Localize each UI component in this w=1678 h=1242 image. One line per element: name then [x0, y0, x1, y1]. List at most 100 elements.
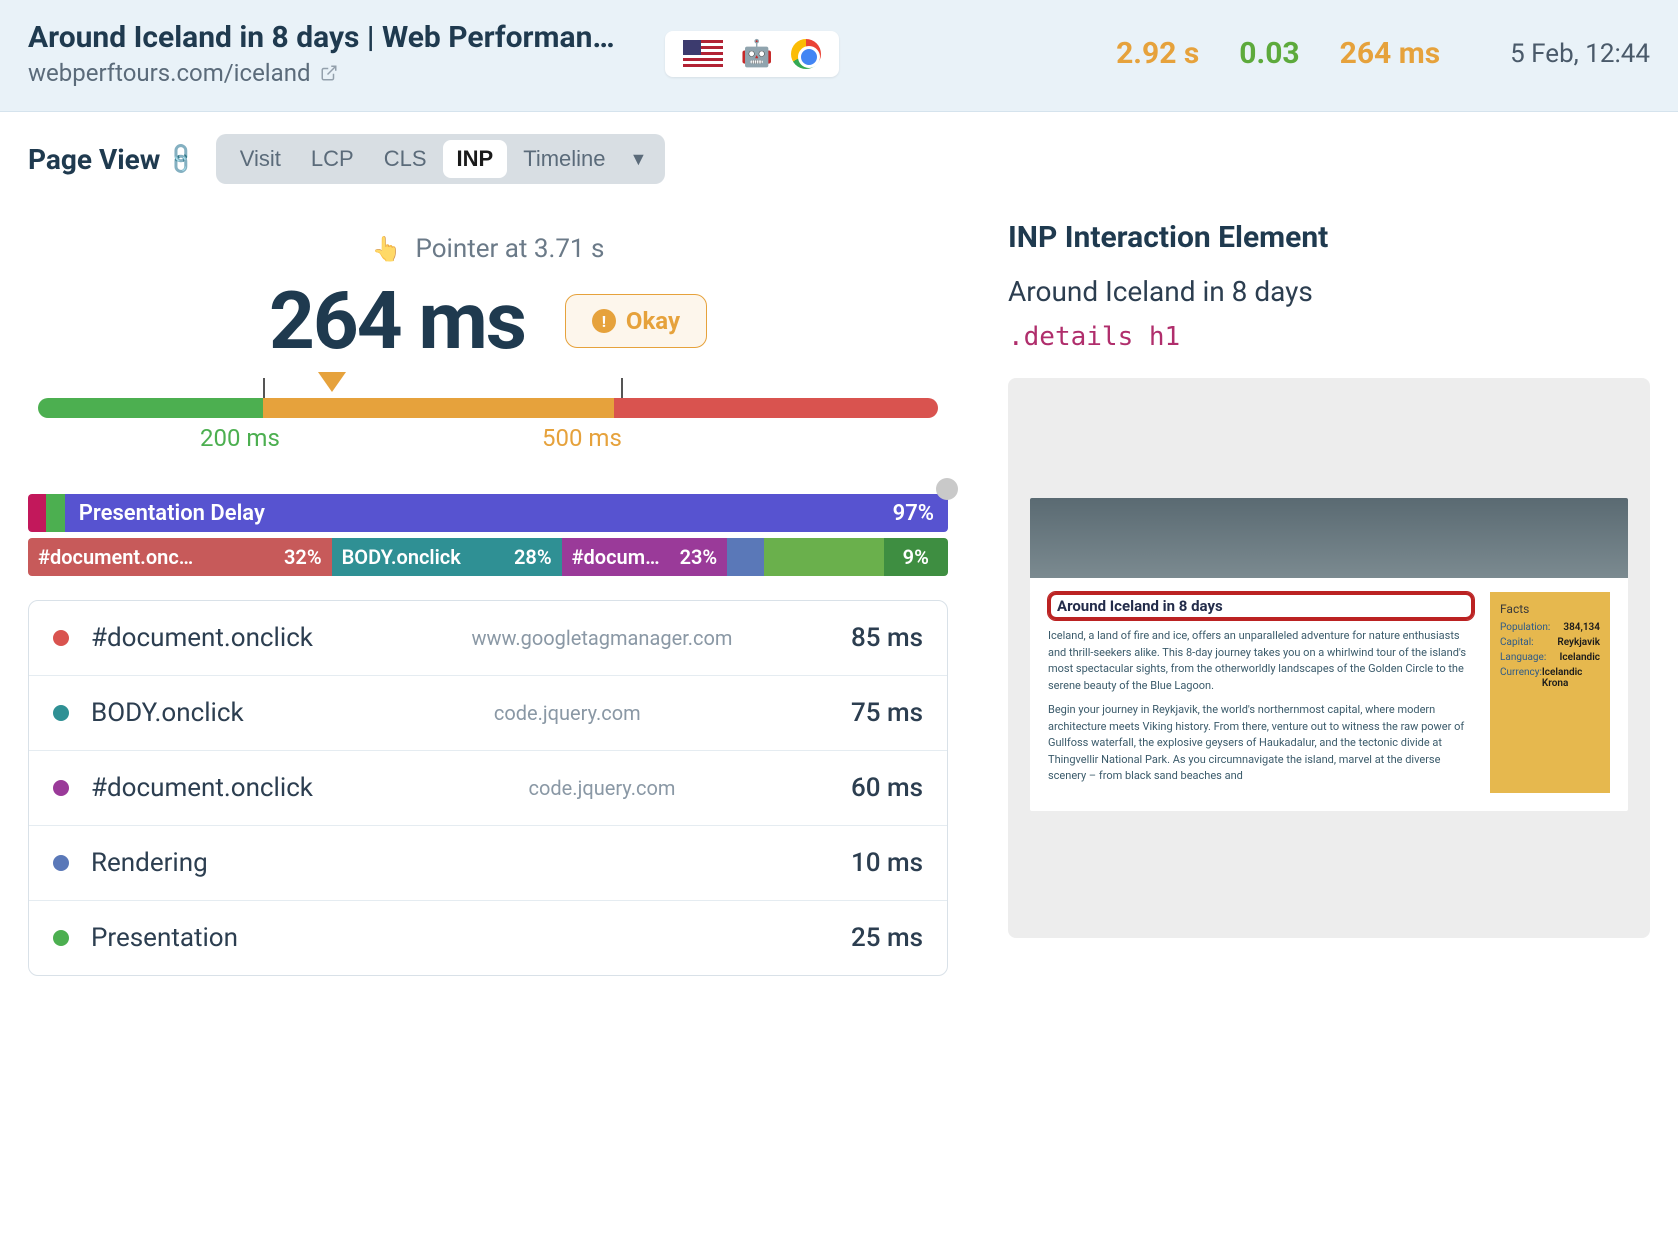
status-badge: ! Okay	[565, 294, 707, 348]
metric-load: 2.92 s	[1116, 36, 1199, 71]
detail-table: #document.onclick www.googletagmanager.c…	[28, 600, 948, 976]
facts-title: Facts	[1500, 602, 1600, 616]
range-poor	[614, 398, 938, 418]
fact-row: Language:Icelandic	[1500, 652, 1600, 663]
stack1-label: Presentation Delay	[79, 501, 265, 526]
row-source: code.jquery.com	[284, 701, 851, 725]
status-text: Okay	[626, 307, 680, 335]
pointer-text: Pointer at 3.71 s	[415, 234, 604, 264]
subnav-title-text: Page View	[28, 143, 160, 176]
metric-inp: 264 ms	[1340, 36, 1441, 71]
tab-cls[interactable]: CLS	[370, 140, 441, 178]
right-subtitle: Around Iceland in 8 days	[1008, 275, 1650, 308]
right-selector: .details h1	[1008, 322, 1650, 352]
preview-hero-image	[1030, 498, 1628, 578]
tab-timeline[interactable]: Timeline	[509, 140, 619, 178]
threshold-range: 200 ms 500 ms	[28, 398, 948, 458]
row-duration: 60 ms	[851, 773, 923, 803]
fact-row: Capital:Reykjavik	[1500, 637, 1600, 648]
header-bar: Around Iceland in 8 days | Web Performan…	[0, 0, 1678, 112]
stack-seg[interactable]: #docum… 23%	[562, 538, 728, 576]
preview-paragraph: Iceland, a land of fire and ice, offers …	[1048, 628, 1474, 694]
dot-icon	[53, 705, 69, 721]
range-high-label: 500 ms	[542, 424, 622, 452]
main-content: 👆 Pointer at 3.71 s 264 ms ! Okay 200 ms…	[0, 194, 1678, 1016]
range-ticks: 200 ms 500 ms	[38, 424, 938, 458]
table-row[interactable]: #document.onclick code.jquery.com 60 ms	[29, 750, 947, 825]
dot-icon	[53, 930, 69, 946]
tab-overflow-chevron-icon[interactable]: ▼	[622, 149, 656, 170]
metric-cls: 0.03	[1239, 36, 1299, 71]
right-title: INP Interaction Element	[1008, 220, 1650, 255]
table-row[interactable]: BODY.onclick code.jquery.com 75 ms	[29, 675, 947, 750]
table-row[interactable]: Presentation 25 ms	[29, 900, 947, 975]
warning-icon: !	[592, 309, 616, 333]
subnav-title: Page View 🔗	[28, 143, 196, 176]
seg-pct: 32%	[284, 545, 322, 569]
row-source: www.googletagmanager.com	[353, 626, 851, 650]
stack-seg[interactable]: BODY.onclick 28%	[332, 538, 562, 576]
dot-icon	[53, 630, 69, 646]
timestamp: 5 Feb, 12:44	[1510, 39, 1650, 69]
row-label: Presentation	[91, 923, 238, 953]
preview-h1-highlight: Around Iceland in 8 days	[1048, 592, 1474, 620]
row-label: Rendering	[91, 848, 208, 878]
table-row[interactable]: Rendering 10 ms	[29, 825, 947, 900]
row-label: #document.onclick	[91, 623, 313, 653]
stack-presentation-delay: Presentation Delay 97%	[65, 494, 948, 532]
row-duration: 10 ms	[851, 848, 923, 878]
fact-row: Currency:Icelandic Krona	[1500, 667, 1600, 689]
chrome-icon	[791, 39, 821, 69]
preview-body: Around Iceland in 8 days Iceland, a land…	[1030, 578, 1628, 811]
subnav: Page View 🔗 Visit LCP CLS INP Timeline ▼	[0, 112, 1678, 194]
slider-handle[interactable]	[936, 478, 958, 500]
range-bar	[38, 398, 938, 418]
tab-lcp[interactable]: LCP	[297, 140, 368, 178]
range-low-label: 200 ms	[200, 424, 280, 452]
range-tick-line	[263, 378, 265, 398]
preview-card: Around Iceland in 8 days Iceland, a land…	[1030, 498, 1628, 811]
seg-pct: 23%	[680, 545, 718, 569]
stack-seg[interactable]	[764, 538, 884, 576]
flag-us-icon	[683, 40, 723, 68]
stack-script-bar: #document.onc… 32% BODY.onclick 28% #doc…	[28, 538, 948, 576]
page-url[interactable]: webperftours.com/iceland	[28, 59, 615, 87]
stack-seg	[46, 494, 64, 532]
inp-value: 264 ms	[269, 274, 525, 368]
stack-seg[interactable]: #document.onc… 32%	[28, 538, 332, 576]
fact-row: Population:384,134	[1500, 622, 1600, 633]
pointer-tap-icon: 👆	[372, 235, 402, 263]
header-metrics: 2.92 s 0.03 264 ms 5 Feb, 12:44	[1116, 36, 1650, 71]
environment-badge: 🤖	[665, 31, 839, 77]
link-icon[interactable]: 🔗	[164, 140, 201, 177]
table-row[interactable]: #document.onclick www.googletagmanager.c…	[29, 601, 947, 675]
stack-phase-bar: Presentation Delay 97%	[28, 494, 948, 532]
preview-text: Around Iceland in 8 days Iceland, a land…	[1048, 592, 1474, 793]
tab-inp[interactable]: INP	[443, 140, 508, 178]
stack-seg[interactable]	[727, 538, 764, 576]
external-link-icon	[320, 64, 338, 82]
seg-pct: 9%	[903, 545, 929, 569]
pointer-line: 👆 Pointer at 3.71 s	[28, 234, 948, 264]
inp-hero: 264 ms ! Okay	[28, 274, 948, 368]
stack-seg[interactable]: 9%	[884, 538, 948, 576]
range-tick-line	[621, 378, 623, 398]
seg-label: BODY.onclick	[342, 545, 461, 569]
page-title: Around Iceland in 8 days | Web Performan…	[28, 20, 615, 55]
left-column: 👆 Pointer at 3.71 s 264 ms ! Okay 200 ms…	[28, 214, 948, 976]
seg-label: #docum…	[572, 545, 660, 569]
range-okay	[263, 398, 614, 418]
dot-icon	[53, 780, 69, 796]
tab-group: Visit LCP CLS INP Timeline ▼	[216, 134, 666, 184]
stack-seg	[28, 494, 46, 532]
preview-paragraph: Begin your journey in Reykjavik, the wor…	[1048, 702, 1474, 785]
range-marker-icon	[318, 372, 346, 392]
row-duration: 85 ms	[851, 623, 923, 653]
tab-visit[interactable]: Visit	[226, 140, 295, 178]
page-url-text: webperftours.com/iceland	[28, 59, 310, 87]
right-column: INP Interaction Element Around Iceland i…	[1008, 214, 1650, 938]
stacked-breakdown: Presentation Delay 97% #document.onc… 32…	[28, 494, 948, 576]
android-icon: 🤖	[741, 39, 773, 69]
seg-pct: 28%	[514, 545, 552, 569]
row-duration: 75 ms	[851, 698, 923, 728]
